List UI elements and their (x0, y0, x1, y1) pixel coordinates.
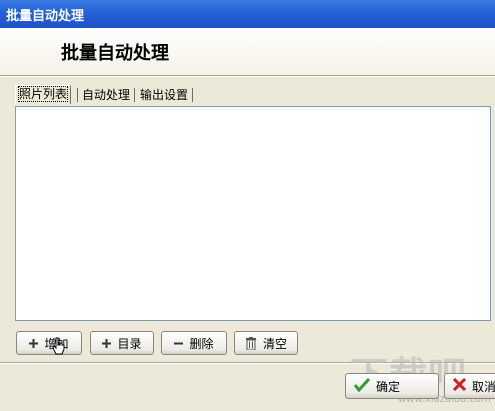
mouse-cursor-icon (51, 337, 67, 360)
clear-button-label: 清空 (263, 335, 287, 352)
tab-photo-list[interactable]: 照片列表 (15, 85, 71, 104)
delete-button-label: 删除 (189, 335, 213, 352)
tab-label: 照片列表 (19, 87, 67, 101)
window-title-bar[interactable]: 批量自动处理 (0, 0, 495, 28)
delete-button[interactable]: 删除 (161, 331, 227, 355)
tab-divider (134, 88, 135, 102)
x-icon (453, 378, 466, 394)
checkmark-icon (354, 378, 370, 395)
ok-button[interactable]: 确定 (345, 373, 439, 399)
photo-list[interactable] (15, 106, 491, 321)
tab-divider (192, 88, 193, 102)
cancel-button[interactable]: 取消 (444, 373, 495, 399)
clear-button[interactable]: 清空 (234, 331, 298, 355)
plus-icon (29, 339, 38, 348)
add-button[interactable]: 增加 (16, 331, 82, 355)
add-folder-button-label: 目录 (117, 335, 141, 352)
header-title: 批量自动处理 (61, 39, 169, 65)
cancel-button-label: 取消 (472, 378, 495, 395)
trash-icon (245, 337, 257, 350)
add-folder-button[interactable]: 目录 (90, 331, 154, 355)
window-title: 批量自动处理 (6, 5, 84, 24)
ok-button-label: 确定 (376, 378, 400, 395)
tab-divider (77, 88, 78, 102)
minus-icon (174, 339, 183, 348)
tab-output-settings[interactable]: 输出设置 (137, 87, 191, 103)
tab-label: 输出设置 (140, 88, 188, 102)
tab-label: 自动处理 (82, 88, 130, 102)
tab-auto-process[interactable]: 自动处理 (79, 87, 133, 103)
plus-icon (102, 339, 111, 348)
